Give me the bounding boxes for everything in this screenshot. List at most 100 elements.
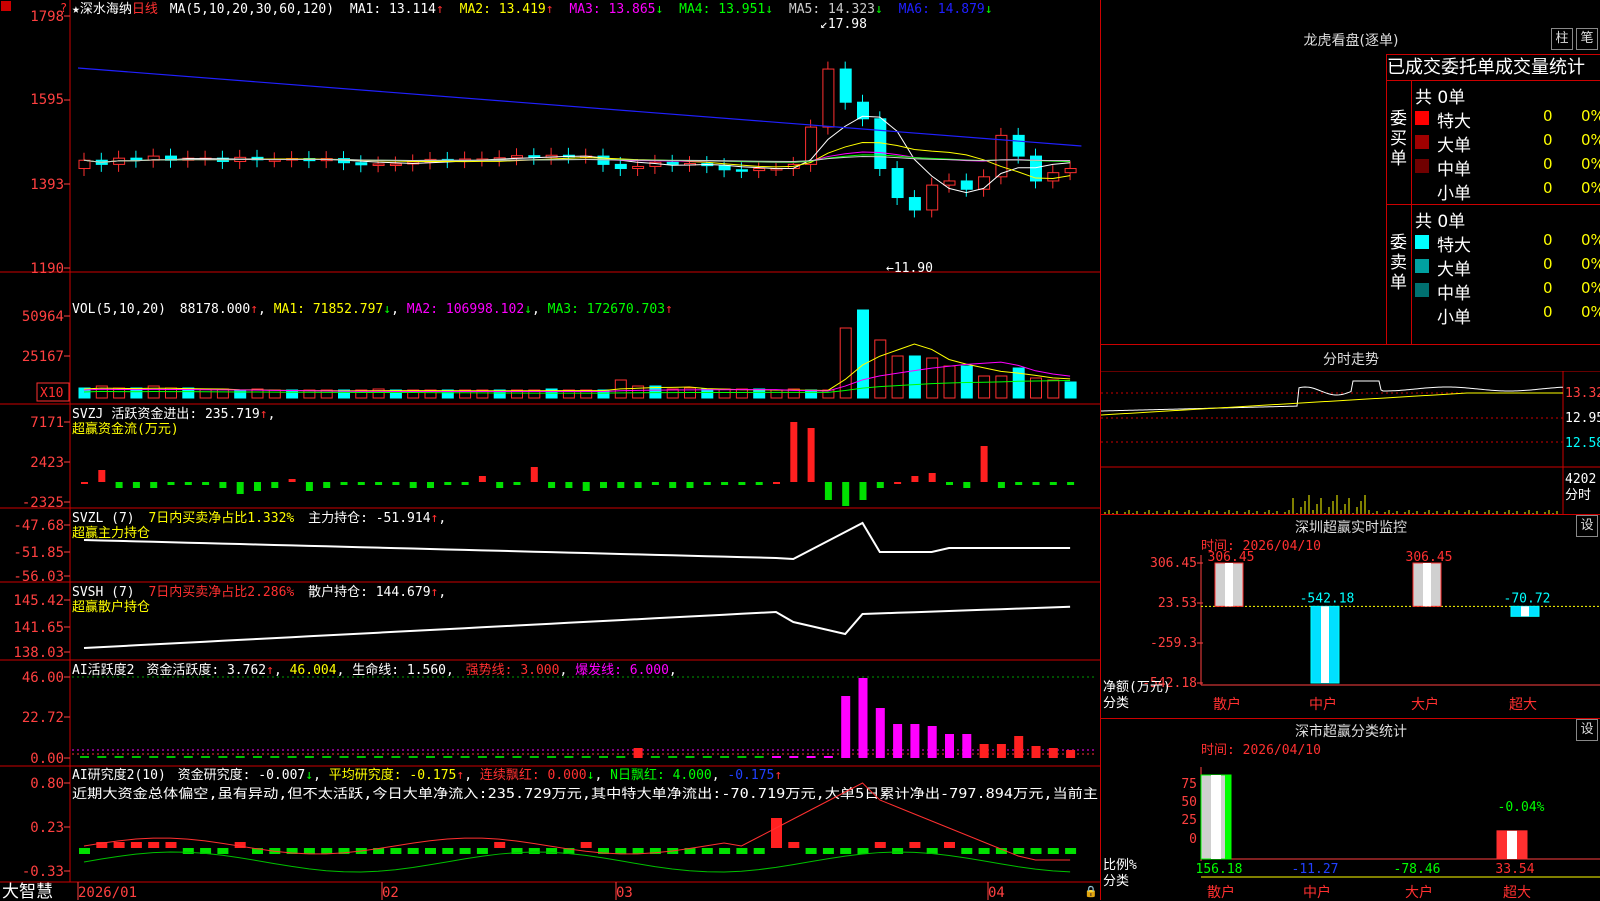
fund-flow-bar [513,482,521,485]
class-axis-tick: 0 [1189,832,1197,847]
research-bar [822,848,834,854]
volume-bar [753,388,766,399]
activity-bar [685,756,695,758]
svg-text:50964: 50964 [22,309,64,325]
monitor-value-label: 306.45 [1208,550,1255,565]
order-type-label: 中单 [1437,284,1471,304]
ma-label: MA(5,10,20,30,60,120) [170,2,334,17]
candle-body [753,168,766,172]
sell-total: 共 0单 [1415,212,1466,232]
activity-bar [858,678,868,758]
candle-body [735,169,748,172]
order-row-buy: 大单 0 0% [1415,131,1600,156]
order-row-buy: 中单 0 0% [1415,155,1600,180]
volume-bar [718,388,731,399]
monitor-category: 散户 [1213,696,1241,713]
candle-body [372,163,385,166]
fund-flow-bar [167,482,175,485]
monitor-bar [1510,605,1540,617]
volume-bar [770,389,783,399]
order-type-label: 小单 [1437,184,1471,204]
svg-text:13.32: 13.32 [1565,386,1600,401]
monitor-category: 中户 [1309,696,1337,713]
order-type-label: 特大 [1437,112,1471,132]
activity-bar [166,756,176,758]
period-label: 日线 [132,2,158,17]
intraday-chart: 13.32 12.95 12.58 4202 分时 [1101,371,1600,515]
research-bar [805,848,817,854]
order-row-buy: 小单 0 0% [1415,179,1600,204]
chart-area[interactable]: ? 1798 1595 1393 1190 ★深水海纳日线 MA(5,10,20… [0,0,1100,900]
research-bar [425,848,436,854]
fund-flow-bar [427,482,434,488]
volume-bar [234,389,247,399]
volume-bar [268,389,281,399]
fund-flow-bar [703,482,711,485]
order-type-label: 大单 [1437,136,1471,156]
fund-flow-bar [773,482,780,484]
research-bar [442,848,454,854]
intraday-panel[interactable]: 分时走势 13.32 12.95 12.58 4202 分时 [1101,344,1600,515]
research-bar [701,848,713,854]
bar-view-button[interactable]: 柱 [1551,28,1573,50]
activity-bar [1031,746,1041,758]
class-category: 散户 [1207,884,1235,901]
class-axis-tick: 50 [1181,795,1197,810]
volume-bar [926,357,939,399]
class-bottom-value: 33.54 [1495,862,1534,877]
svg-text:25167: 25167 [22,349,64,365]
sz-monitor-panel[interactable]: 深圳超赢实时监控 设 时间: 2026/04/10 306.45 23.53 -25… [1101,514,1600,719]
volume-bar [857,309,869,399]
legend-swatch [1415,283,1429,297]
order-count: 0 [1543,231,1553,249]
research-bar [840,848,852,854]
lock-icon[interactable]: 🔒 [1084,885,1098,898]
price-tick: 1798 [30,9,64,25]
activity-bar [616,756,626,758]
order-pct: 0% [1581,279,1600,297]
fund-flow-bar [461,482,469,485]
activity-bar [149,756,159,758]
activity-bar [581,756,591,758]
activity-bar [979,744,989,758]
order-row-sell: 小单 0 0% [1415,303,1600,328]
fund-flow-bar [894,482,902,484]
fund-flow-bar [202,482,210,485]
fund-flow-bar [409,482,417,488]
ai-research-header: AI研究度2(10) 资金研究度: -0.007↓, 平均研究度: -0.175… [72,767,782,783]
svzj-header: SVZJ 活跃资金进出: 235.719↑, [72,406,275,422]
volume-bar [978,375,991,399]
vol-unit: X10 [40,386,63,401]
activity-bar [668,756,678,758]
monitor-bar [1412,562,1442,607]
legend-swatch [1415,159,1429,173]
class-category: 超大 [1503,885,1531,901]
ma4-arrow: ↓ [765,2,773,17]
fund-flow-bar [530,467,538,482]
candle-body [1047,172,1060,182]
volume-bar [701,388,714,399]
buy-total: 共 0单 [1415,88,1466,108]
svg-text:分时: 分时 [1565,488,1591,503]
activity-bar [235,756,245,758]
fund-flow-bar [219,482,227,488]
research-bar [79,848,90,854]
fund-flow-bar [478,476,486,482]
activity-bar [633,748,643,758]
volume-bar [891,355,904,399]
svzl-subtitle: 超赢主力持仓 [72,525,150,541]
research-bar [1047,848,1059,854]
svg-text:0.23: 0.23 [30,820,64,836]
corner-mark-box [1,1,11,11]
activity-bar [495,756,505,758]
activity-bar [131,756,141,758]
activity-bar [512,756,522,758]
activity-bar [789,756,799,758]
activity-bar [720,756,730,758]
candle-body [839,68,852,103]
candle-body [389,163,402,166]
activity-bar [426,756,435,758]
sz-class-panel[interactable]: 深市超赢分类统计 设 时间: 2026/04/10 75 50 25 0 -0.04% 1… [1101,718,1600,901]
tick-view-button[interactable]: 笔 [1576,28,1598,50]
fund-flow-bar [1049,482,1057,485]
